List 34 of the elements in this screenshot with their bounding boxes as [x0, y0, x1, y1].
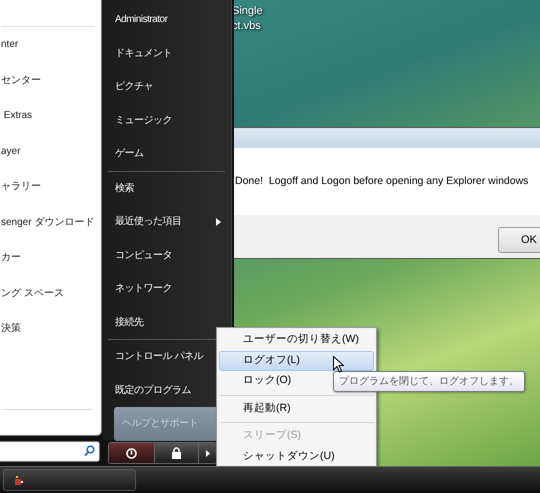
menu-item[interactable]: シャットダウン(U): [219, 446, 374, 467]
program-item[interactable]: senger ダウンロード: [0, 204, 101, 240]
start-menu-item[interactable]: ゲーム: [102, 137, 231, 170]
start-menu-item[interactable]: ネットワーク: [102, 272, 231, 306]
start-menu-item[interactable]: コンピュータ: [102, 238, 231, 272]
program-item[interactable]: Extras: [0, 98, 101, 134]
options-arrow-button[interactable]: [198, 443, 216, 463]
power-button[interactable]: [109, 443, 154, 463]
start-menu-item[interactable]: ミュージック: [102, 104, 231, 137]
program-item[interactable]: ャラリー: [0, 169, 101, 204]
app-icon: [14, 476, 24, 486]
program-item[interactable]: ング スペース: [0, 276, 101, 311]
program-item[interactable]: nter: [0, 27, 101, 62]
power-icon: [126, 448, 137, 458]
start-menu-item[interactable]: ピクチャ: [102, 70, 231, 104]
start-menu-item[interactable]: 検索: [102, 172, 231, 205]
arrow-icon: [206, 450, 210, 456]
start-menu-item[interactable]: Administrator: [102, 3, 231, 36]
search-icon: [84, 445, 95, 457]
mouse-pointer-icon: [333, 356, 344, 373]
desktop-icon-label[interactable]: ct.vbs: [232, 19, 263, 34]
ok-button[interactable]: OK: [498, 227, 540, 253]
tooltip: プログラムを閉じて、ログオフします。: [333, 371, 525, 392]
program-item[interactable]: 決策: [0, 311, 101, 346]
search-field[interactable]: [0, 441, 100, 462]
program-item[interactable]: センター: [0, 62, 101, 98]
lock-button[interactable]: [154, 443, 198, 463]
program-item[interactable]: ayer: [0, 134, 101, 169]
start-menu-item[interactable]: ドキュメント: [102, 36, 231, 70]
start-menu-item[interactable]: 最近使った項目: [102, 205, 231, 238]
dialog-message: Done! Logoff and Logon before opening any Explorer windows: [234, 174, 528, 189]
lock-icon: [171, 447, 182, 459]
program-item[interactable]: カー: [0, 240, 101, 276]
menu-item[interactable]: ログオフ(L): [219, 350, 374, 371]
